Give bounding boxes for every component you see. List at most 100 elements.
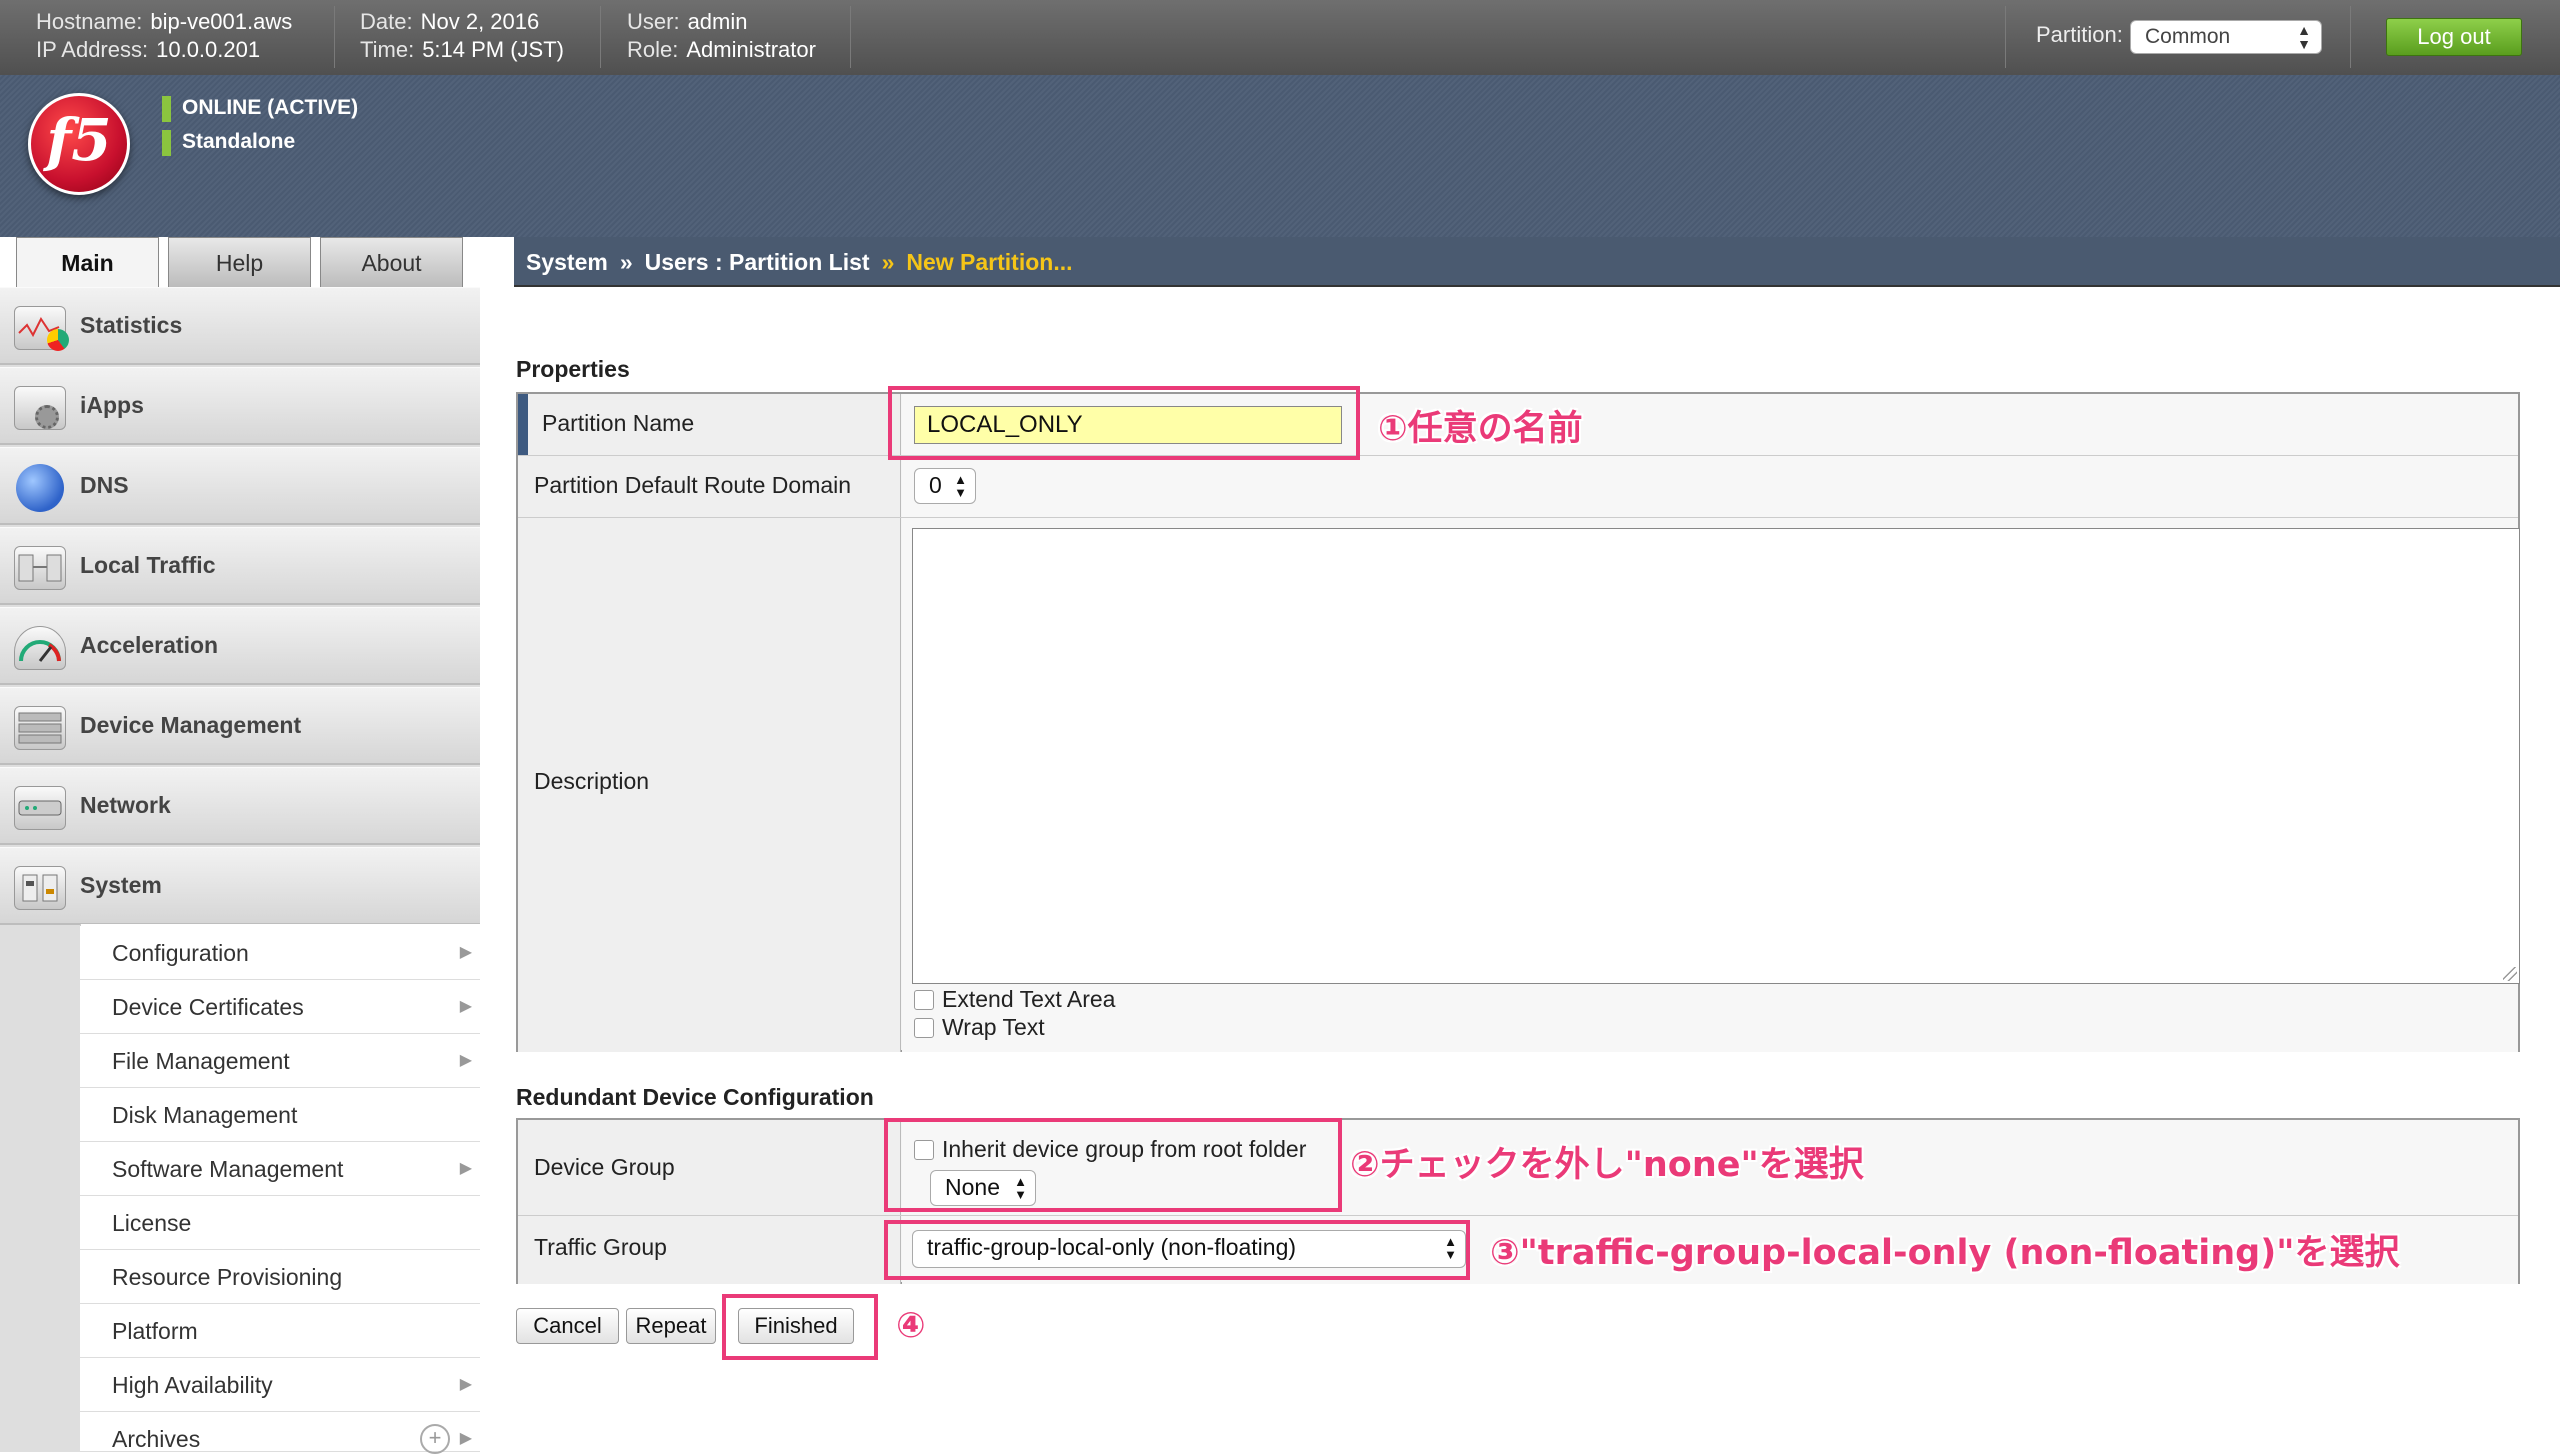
sidebar-item-label: Device Management	[80, 712, 302, 738]
redundant-section-title: Redundant Device Configuration	[516, 1084, 874, 1110]
time-value: 5:14 PM (JST)	[422, 37, 564, 62]
hostname-value: bip-ve001.aws	[150, 9, 293, 34]
acceleration-gauge-icon	[14, 626, 66, 670]
extend-text-area-label: Extend Text Area	[942, 986, 1116, 1012]
statistics-icon	[14, 306, 69, 351]
sidebar-item-label: System	[80, 872, 162, 898]
properties-table: Partition Name LOCAL_ONLY Partition Defa…	[516, 392, 2520, 1052]
submenu-label: Device Certificates	[112, 994, 304, 1020]
sidebar-item-label: Acceleration	[80, 632, 219, 658]
route-domain-row: Partition Default Route Domain 0 ▲ ▼	[518, 456, 2518, 518]
submenu-label: Configuration	[112, 940, 249, 966]
date-value: Nov 2, 2016	[420, 9, 540, 34]
submenu-item-license[interactable]: License	[80, 1196, 480, 1250]
partition-select-value: Common	[2145, 25, 2231, 48]
submenu-item-high-availability[interactable]: High Availability ▶	[80, 1358, 480, 1412]
submenu-label: High Availability	[112, 1372, 273, 1398]
breadcrumb-separator: »	[619, 249, 633, 275]
sidebar-item-dns[interactable]: DNS	[0, 447, 480, 525]
annotation-box-device-group	[884, 1118, 1342, 1212]
annotation-box-finished	[722, 1294, 878, 1360]
sidebar-item-device-management[interactable]: Device Management	[0, 687, 480, 765]
breadcrumb-separator: »	[881, 249, 895, 275]
extend-text-area-checkbox[interactable]	[914, 990, 934, 1010]
sidebar-item-label: Network	[80, 792, 171, 818]
tab-main[interactable]: Main	[16, 237, 159, 287]
annotation-1: ①任意の名前	[1378, 409, 1583, 449]
chevron-right-icon: ▶	[459, 998, 472, 1015]
f5-logo: f5	[28, 93, 130, 195]
submenu-item-archives[interactable]: Archives + ▶	[80, 1412, 480, 1454]
submenu-label: Software Management	[112, 1156, 344, 1182]
ip-label: IP Address:	[36, 37, 149, 62]
partition-name-label-cell: Partition Name	[518, 394, 901, 455]
route-domain-select[interactable]: 0 ▲ ▼	[914, 468, 976, 504]
breadcrumb: System » Users : Partition List » New Partit…	[514, 237, 2560, 287]
submenu-item-resource-provisioning[interactable]: Resource Provisioning	[80, 1250, 480, 1304]
host-info: Hostname: bip-ve001.aws IP Address: 10.0.0…	[36, 8, 292, 64]
repeat-button[interactable]: Repeat	[626, 1308, 716, 1344]
role-label: Role:	[627, 37, 679, 62]
chevron-right-icon: ▶	[459, 1430, 472, 1447]
submenu-item-configuration[interactable]: Configuration ▶	[80, 926, 480, 980]
breadcrumb-system-link[interactable]: System	[526, 249, 608, 275]
status-indicator-standalone	[162, 130, 171, 156]
cancel-button[interactable]: Cancel	[516, 1308, 619, 1344]
status-online-text: ONLINE (ACTIVE)	[182, 96, 359, 119]
submenu-item-disk-management[interactable]: Disk Management	[80, 1088, 480, 1142]
system-icon	[14, 866, 66, 910]
sidebar-item-iapps[interactable]: iApps	[0, 367, 480, 445]
submenu-label: Platform	[112, 1318, 198, 1344]
partition-label: Partition:	[2036, 22, 2123, 47]
sidebar-item-statistics[interactable]: Statistics	[0, 287, 480, 365]
tab-help[interactable]: Help	[168, 237, 311, 287]
user-info: User: admin Role: Administrator	[627, 8, 816, 64]
header-band	[0, 75, 2560, 237]
top-info-bar: Hostname: bip-ve001.aws IP Address: 10.0.0…	[0, 0, 2560, 75]
tab-about[interactable]: About	[320, 237, 463, 287]
network-icon	[14, 786, 66, 830]
route-domain-label-cell: Partition Default Route Domain	[518, 456, 901, 517]
iapps-icon	[14, 386, 66, 430]
updown-arrow-icon: ▲ ▼	[2297, 22, 2311, 52]
properties-section-title: Properties	[516, 356, 630, 382]
wrap-text-checkbox[interactable]	[914, 1018, 934, 1038]
user-label: User:	[627, 9, 680, 34]
submenu-item-platform[interactable]: Platform	[80, 1304, 480, 1358]
description-label-cell: Description	[518, 518, 901, 1052]
date-label: Date:	[360, 9, 413, 34]
submenu-label: Archives	[112, 1426, 201, 1452]
submenu-item-software-management[interactable]: Software Management ▶	[80, 1142, 480, 1196]
logout-button[interactable]: Log out	[2386, 18, 2522, 56]
partition-select[interactable]: Common ▲ ▼	[2130, 20, 2322, 54]
wrap-text-label: Wrap Text	[942, 1014, 1045, 1040]
submenu-item-file-management[interactable]: File Management ▶	[80, 1034, 480, 1088]
annotation-3: ③"traffic-group-local-only (non-floating…	[1490, 1233, 2400, 1273]
breadcrumb-partition-list-link[interactable]: Users : Partition List	[645, 249, 870, 275]
description-label: Description	[534, 768, 650, 794]
description-value-cell: Extend Text Area Wrap Text	[902, 518, 2520, 1052]
route-domain-value-cell: 0 ▲ ▼	[902, 456, 2518, 517]
sidebar-item-system[interactable]: System	[0, 847, 480, 925]
breadcrumb-current: New Partition...	[906, 249, 1073, 275]
device-group-label-cell: Device Group	[518, 1120, 901, 1215]
dns-globe-icon	[14, 464, 66, 512]
chevron-right-icon: ▶	[459, 944, 472, 961]
datetime-info: Date: Nov 2, 2016 Time: 5:14 PM (JST)	[360, 8, 564, 64]
sidebar-item-label: DNS	[80, 472, 129, 498]
description-row: Description Extend Text Area Wrap Text	[518, 518, 2520, 1052]
chevron-right-icon: ▶	[459, 1052, 472, 1069]
description-textarea[interactable]	[912, 528, 2520, 984]
route-domain-value: 0	[929, 472, 942, 498]
traffic-group-label: Traffic Group	[534, 1234, 667, 1260]
plus-circle-icon[interactable]: +	[420, 1424, 450, 1454]
time-label: Time:	[360, 37, 415, 62]
annotation-2: ②チェックを外し"none"を選択	[1350, 1145, 1864, 1185]
sidebar-item-network[interactable]: Network	[0, 767, 480, 845]
submenu-item-device-certificates[interactable]: Device Certificates ▶	[80, 980, 480, 1034]
sidebar-item-acceleration[interactable]: Acceleration	[0, 607, 480, 685]
chevron-right-icon: ▶	[459, 1160, 472, 1177]
submenu-label: License	[112, 1210, 192, 1236]
sidebar-item-local-traffic[interactable]: Local Traffic	[0, 527, 480, 605]
resize-grip-icon[interactable]	[2503, 967, 2517, 981]
